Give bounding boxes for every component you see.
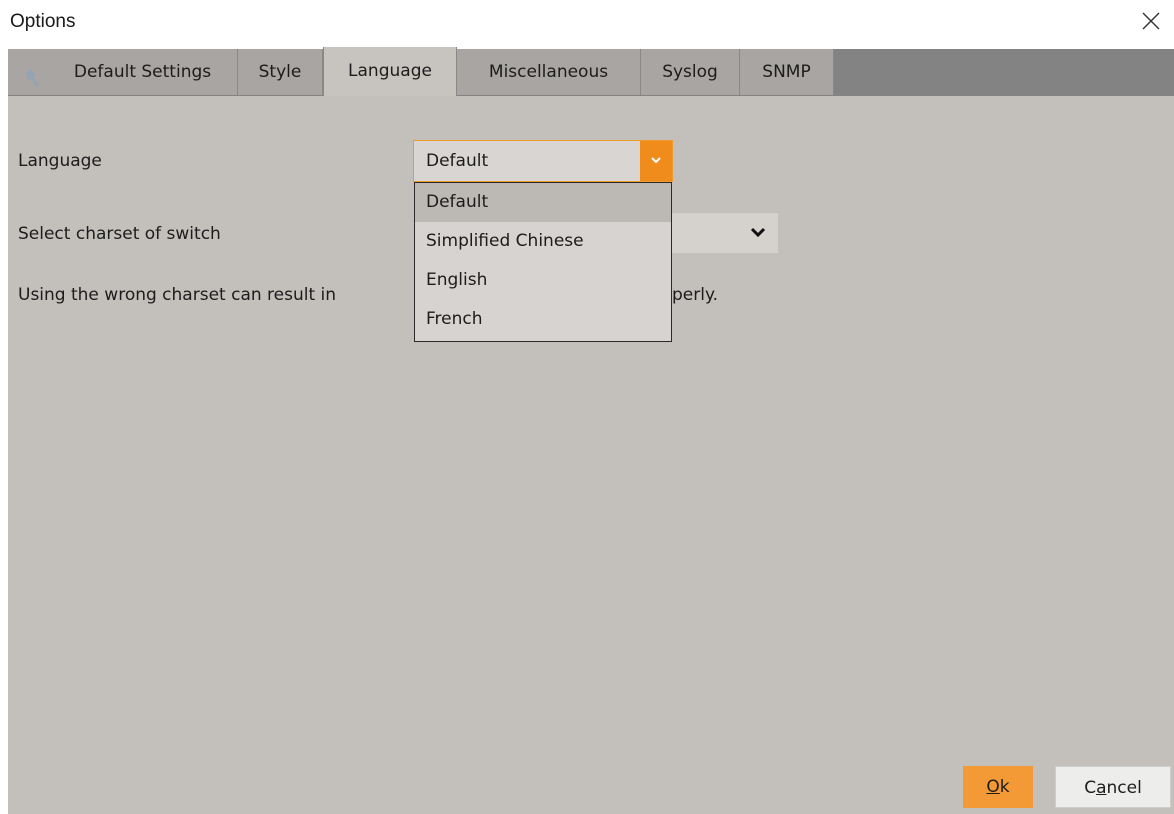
tab-label: Language <box>348 61 432 81</box>
ok-label-rest: k <box>999 777 1010 797</box>
cancel-label-rest: ncel <box>1106 778 1142 798</box>
tab-syslog[interactable]: Syslog <box>641 49 740 95</box>
dropdown-option-simplified-chinese[interactable]: Simplified Chinese <box>415 222 671 261</box>
tab-miscellaneous[interactable]: Miscellaneous <box>457 49 641 95</box>
charset-warning-prefix: Using the wrong charset can result in <box>18 285 337 305</box>
cancel-button[interactable]: Cancel <box>1055 766 1171 808</box>
window-title: Options <box>10 11 76 32</box>
charset-select[interactable] <box>660 213 778 253</box>
tab-label: Default Settings <box>73 62 212 82</box>
chevron-down-icon <box>750 225 766 243</box>
dropdown-option-french[interactable]: French <box>415 300 671 339</box>
charset-warning-suffix: perly. <box>672 285 719 305</box>
dropdown-option-default[interactable]: Default <box>415 183 671 222</box>
tab-label: SNMP <box>762 62 811 82</box>
title-bar: Options <box>0 0 1174 45</box>
tab-label: Miscellaneous <box>488 62 609 82</box>
charset-label: Select charset of switch <box>18 224 221 244</box>
cancel-mnemonic: a <box>1096 778 1107 798</box>
close-button[interactable] <box>1128 0 1174 45</box>
language-select-value: Default <box>426 151 489 171</box>
close-icon <box>1142 12 1160 30</box>
language-label: Language <box>18 151 102 171</box>
tab-default-settings[interactable]: Default Settings <box>8 49 238 95</box>
tab-label: Syslog <box>662 62 718 82</box>
ok-button[interactable]: Ok <box>963 766 1033 808</box>
tab-strip: Default Settings Style Language Miscella… <box>8 47 1174 97</box>
language-select[interactable]: Default <box>413 140 673 182</box>
options-dialog: Options Default Settings Style Language … <box>0 0 1174 814</box>
cancel-label-start: C <box>1084 778 1097 798</box>
dropdown-option-english[interactable]: English <box>415 261 671 300</box>
language-dropdown-list: Default Simplified Chinese English Frenc… <box>414 182 672 342</box>
chevron-down-icon <box>651 157 661 164</box>
tab-language[interactable]: Language <box>323 47 457 97</box>
language-dropdown-button[interactable] <box>640 141 672 181</box>
ok-mnemonic: O <box>986 777 1000 797</box>
tab-label: Style <box>258 62 302 82</box>
tab-snmp[interactable]: SNMP <box>740 49 834 95</box>
tab-style[interactable]: Style <box>238 49 323 95</box>
